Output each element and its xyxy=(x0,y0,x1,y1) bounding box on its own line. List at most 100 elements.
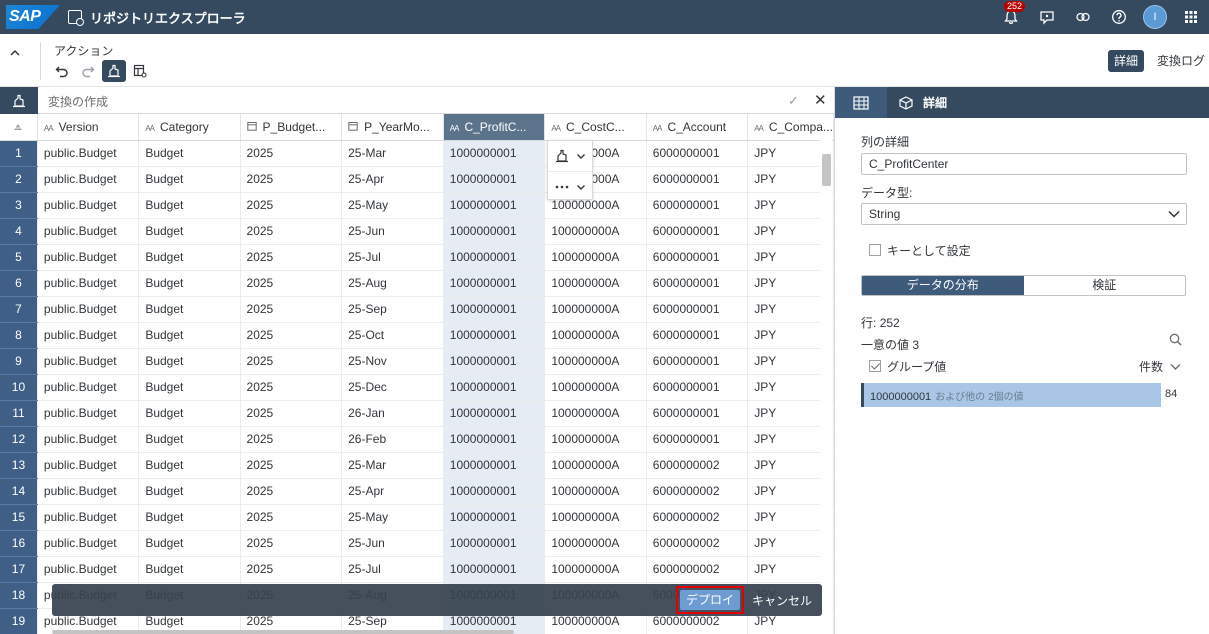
scroll-thumb[interactable] xyxy=(822,154,831,186)
table-cell[interactable]: 100000000A xyxy=(544,322,647,349)
popup-more-row[interactable] xyxy=(548,171,592,201)
tab-details[interactable]: 詳細 xyxy=(887,87,959,118)
transform-input[interactable]: 変換の作成 xyxy=(48,93,108,110)
table-cell[interactable]: 6000000001 xyxy=(646,400,749,427)
collapse-toolbar-button[interactable] xyxy=(6,44,24,62)
row-number[interactable]: 12 xyxy=(0,426,38,453)
table-cell[interactable]: 6000000001 xyxy=(646,140,749,167)
feedback-button[interactable] xyxy=(1029,0,1065,34)
table-cell[interactable]: 6000000001 xyxy=(646,374,749,401)
table-cell[interactable]: Budget xyxy=(138,192,241,219)
table-cell[interactable]: 100000000A xyxy=(544,530,647,557)
table-cell[interactable]: 2025 xyxy=(240,530,343,557)
apply-check-icon[interactable]: ✓ xyxy=(788,93,799,109)
search-button[interactable] xyxy=(1169,333,1182,349)
table-cell[interactable]: 25-Apr xyxy=(341,166,444,193)
table-cell[interactable]: 1000000001 xyxy=(443,140,546,167)
table-cell[interactable]: 1000000001 xyxy=(443,244,546,271)
tab-column-overview[interactable] xyxy=(835,87,887,118)
sap-logo[interactable]: SAP xyxy=(6,5,60,29)
deploy-button[interactable]: デプロイ xyxy=(676,586,744,614)
table-cell[interactable]: 2025 xyxy=(240,400,343,427)
row-number[interactable]: 3 xyxy=(0,192,38,219)
row-number[interactable]: 13 xyxy=(0,452,38,479)
table-cell[interactable]: 1000000001 xyxy=(443,192,546,219)
table-row[interactable]: 6 public.Budget Budget 2025 25-Aug 1000000001… xyxy=(0,270,834,297)
table-cell[interactable]: 25-May xyxy=(341,504,444,531)
table-row[interactable]: 17 public.Budget Budget 2025 25-Jul 100000000… xyxy=(0,556,834,583)
select-all-corner[interactable] xyxy=(0,114,38,141)
column-header[interactable]: AA C_ProfitC... xyxy=(443,114,546,141)
joule-button[interactable] xyxy=(1065,0,1101,34)
table-cell[interactable]: Budget xyxy=(138,452,241,479)
table-cell[interactable]: 6000000002 xyxy=(646,504,749,531)
table-cell[interactable]: public.Budget xyxy=(37,452,140,479)
table-cell[interactable]: Budget xyxy=(138,426,241,453)
row-number[interactable]: 4 xyxy=(0,218,38,245)
table-cell[interactable]: 6000000001 xyxy=(646,244,749,271)
row-number[interactable]: 14 xyxy=(0,478,38,505)
table-cell[interactable]: 2025 xyxy=(240,270,343,297)
table-cell[interactable]: 1000000001 xyxy=(443,530,546,557)
table-cell[interactable]: 100000000A xyxy=(544,478,647,505)
table-cell[interactable]: 2025 xyxy=(240,322,343,349)
table-cell[interactable]: 25-Apr xyxy=(341,478,444,505)
transform-bar-icon[interactable] xyxy=(0,87,38,114)
row-number[interactable]: 7 xyxy=(0,296,38,323)
row-number[interactable]: 16 xyxy=(0,530,38,557)
row-number[interactable]: 10 xyxy=(0,374,38,401)
table-cell[interactable]: public.Budget xyxy=(37,530,140,557)
table-cell[interactable]: 25-Jul xyxy=(341,244,444,271)
table-row[interactable]: 1 public.Budget Budget 2025 25-Mar 1000000001… xyxy=(0,140,834,167)
segment-distribution[interactable]: データの分布 xyxy=(862,276,1024,295)
table-cell[interactable]: 100000000A xyxy=(544,296,647,323)
column-header[interactable]: AA Category xyxy=(138,114,241,141)
table-cell[interactable]: 2025 xyxy=(240,426,343,453)
table-cell[interactable]: 1000000001 xyxy=(443,166,546,193)
close-icon[interactable]: ✕ xyxy=(814,91,827,109)
table-cell[interactable]: public.Budget xyxy=(37,400,140,427)
distribution-bar[interactable]: 1000000001 および他の 2個の値 xyxy=(861,383,1161,407)
table-row[interactable]: 7 public.Budget Budget 2025 25-Sep 1000000001… xyxy=(0,296,834,323)
data-type-select[interactable]: String xyxy=(861,203,1187,225)
table-row[interactable]: 8 public.Budget Budget 2025 25-Oct 1000000001… xyxy=(0,322,834,349)
column-settings-button[interactable] xyxy=(128,60,152,82)
table-cell[interactable]: 2025 xyxy=(240,296,343,323)
table-cell[interactable]: 6000000002 xyxy=(646,452,749,479)
transform-button[interactable] xyxy=(102,60,126,82)
table-row[interactable]: 4 public.Budget Budget 2025 25-Jun 1000000001… xyxy=(0,218,834,245)
table-row[interactable]: 14 public.Budget Budget 2025 25-Apr 100000000… xyxy=(0,478,834,505)
column-header[interactable]: P_Budget... xyxy=(240,114,343,141)
table-cell[interactable]: 25-Jun xyxy=(341,530,444,557)
table-cell[interactable]: 6000000001 xyxy=(646,166,749,193)
table-cell[interactable]: Budget xyxy=(138,374,241,401)
table-cell[interactable]: 1000000001 xyxy=(443,478,546,505)
table-row[interactable]: 15 public.Budget Budget 2025 25-May 100000000… xyxy=(0,504,834,531)
table-cell[interactable]: Budget xyxy=(138,140,241,167)
column-header[interactable]: AA C_CostC... xyxy=(544,114,647,141)
table-row[interactable]: 9 public.Budget Budget 2025 25-Nov 1000000001… xyxy=(0,348,834,375)
row-number[interactable]: 9 xyxy=(0,348,38,375)
column-header[interactable]: P_YearMo... xyxy=(341,114,444,141)
table-cell[interactable]: 100000000A xyxy=(544,218,647,245)
help-button[interactable] xyxy=(1101,0,1137,34)
table-cell[interactable]: 25-Dec xyxy=(341,374,444,401)
table-cell[interactable]: Budget xyxy=(138,270,241,297)
table-cell[interactable]: 2025 xyxy=(240,244,343,271)
table-cell[interactable]: 2025 xyxy=(240,192,343,219)
table-cell[interactable]: 2025 xyxy=(240,504,343,531)
table-cell[interactable]: 100000000A xyxy=(544,400,647,427)
table-cell[interactable]: 25-Aug xyxy=(341,270,444,297)
table-cell[interactable]: 6000000002 xyxy=(646,530,749,557)
table-cell[interactable]: 100000000A xyxy=(544,426,647,453)
user-menu-button[interactable]: I xyxy=(1137,0,1173,34)
table-cell[interactable]: public.Budget xyxy=(37,140,140,167)
table-cell[interactable]: 100000000A xyxy=(544,348,647,375)
table-cell[interactable]: 1000000001 xyxy=(443,426,546,453)
table-cell[interactable]: Budget xyxy=(138,244,241,271)
table-row[interactable]: 11 public.Budget Budget 2025 26-Jan 100000000… xyxy=(0,400,834,427)
row-number[interactable]: 18 xyxy=(0,582,38,609)
table-cell[interactable]: public.Budget xyxy=(37,192,140,219)
table-row[interactable]: 13 public.Budget Budget 2025 25-Mar 100000000… xyxy=(0,452,834,479)
table-cell[interactable]: public.Budget xyxy=(37,504,140,531)
